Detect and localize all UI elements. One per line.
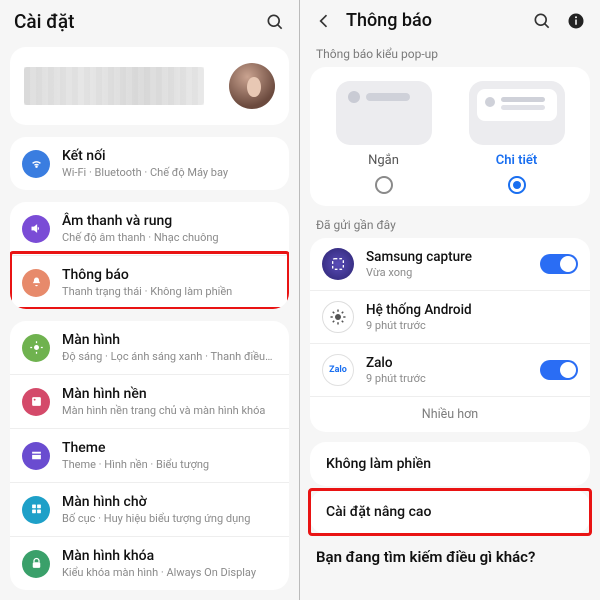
row-sub: Wi-Fi · Bluetooth · Chế độ Máy bay: [62, 166, 275, 179]
android-system-icon: [322, 301, 354, 333]
back-icon[interactable]: [314, 11, 334, 31]
row-title: Màn hình khóa: [62, 548, 275, 564]
notification-icon: [22, 269, 50, 297]
row-title: Màn hình: [62, 332, 275, 348]
popup-preview-short: [336, 81, 432, 145]
profile-name-redacted: [24, 67, 204, 105]
popup-section-label: Thông báo kiểu pop-up: [300, 39, 600, 67]
app-row-zalo[interactable]: Zalo Zalo 9 phút trước: [310, 343, 590, 396]
settings-item-notifications[interactable]: Thông báo Thanh trạng thái · Không làm p…: [10, 255, 289, 309]
settings-item-homescreen[interactable]: Màn hình chờ Bố cục · Huy hiệu biểu tượn…: [10, 482, 289, 536]
row-sub: Kiểu khóa màn hình · Always On Display: [62, 566, 275, 579]
row-sub: Độ sáng · Lọc ánh sáng xanh · Thanh điều…: [62, 350, 275, 363]
row-title: Màn hình chờ: [62, 494, 275, 510]
app-name: Samsung capture: [366, 249, 528, 265]
theme-icon: [22, 442, 50, 470]
page-title: Thông báo: [346, 10, 432, 31]
app-name: Zalo: [366, 355, 528, 371]
page-title: Cài đặt: [14, 10, 74, 33]
zalo-icon: Zalo: [322, 354, 354, 386]
lock-icon: [22, 550, 50, 578]
recent-section-label: Đã gửi gần đây: [300, 210, 600, 238]
app-time: 9 phút trước: [366, 372, 528, 385]
search-icon[interactable]: [532, 11, 552, 31]
notifications-header: Thông báo: [300, 0, 600, 39]
row-title: Kết nối: [62, 148, 275, 164]
app-row-android-system[interactable]: Hệ thống Android 9 phút trước: [310, 290, 590, 343]
radio-selected[interactable]: [508, 176, 526, 194]
toggle-on[interactable]: [540, 360, 578, 380]
popup-preview-detail: [469, 81, 565, 145]
radio-unselected[interactable]: [375, 176, 393, 194]
row-sub: Thanh trạng thái · Không làm phiền: [62, 285, 275, 298]
recent-apps-card: Samsung capture Vừa xong Hệ thống Androi…: [310, 238, 590, 432]
row-title: Âm thanh và rung: [62, 213, 275, 229]
sound-icon: [22, 215, 50, 243]
popup-option-short[interactable]: Ngắn: [322, 81, 445, 194]
home-icon: [22, 496, 50, 524]
row-title: Theme: [62, 440, 275, 456]
settings-item-connections[interactable]: Kết nối Wi-Fi · Bluetooth · Chế độ Máy b…: [10, 137, 289, 190]
dnd-row[interactable]: Không làm phiền: [310, 442, 590, 486]
app-name: Hệ thống Android: [366, 302, 578, 318]
app-time: Vừa xong: [366, 266, 528, 279]
row-sub: Theme · Hình nền · Biểu tượng: [62, 458, 275, 471]
profile-card[interactable]: [10, 47, 289, 125]
settings-item-display[interactable]: Màn hình Độ sáng · Lọc ánh sáng xanh · T…: [10, 321, 289, 374]
settings-item-sound[interactable]: Âm thanh và rung Chế độ âm thanh · Nhạc …: [10, 202, 289, 255]
avatar: [229, 63, 275, 109]
popup-label: Ngắn: [368, 153, 399, 168]
app-time: 9 phút trước: [366, 319, 578, 332]
samsung-capture-icon: [322, 248, 354, 280]
display-icon: [22, 334, 50, 362]
settings-header: Cài đặt: [0, 0, 299, 41]
popup-option-detail[interactable]: Chi tiết: [455, 81, 578, 194]
wifi-icon: [22, 150, 50, 178]
popup-style-card: Ngắn Chi tiết: [310, 67, 590, 206]
settings-item-wallpaper[interactable]: Màn hình nền Màn hình nền trang chủ và m…: [10, 374, 289, 428]
row-sub: Bố cục · Huy hiệu biểu tượng ứng dụng: [62, 512, 275, 525]
settings-item-themes[interactable]: Theme Theme · Hình nền · Biểu tượng: [10, 428, 289, 482]
app-row-samsung-capture[interactable]: Samsung capture Vừa xong: [310, 238, 590, 290]
row-sub: Màn hình nền trang chủ và màn hình khóa: [62, 404, 275, 417]
info-icon[interactable]: [566, 11, 586, 31]
more-button[interactable]: Nhiều hơn: [310, 396, 590, 432]
settings-item-lockscreen[interactable]: Màn hình khóa Kiểu khóa màn hình · Alway…: [10, 536, 289, 590]
advanced-settings-row[interactable]: Cài đặt nâng cao: [310, 490, 590, 534]
row-title: Màn hình nền: [62, 386, 275, 402]
popup-label: Chi tiết: [496, 153, 537, 168]
toggle-on[interactable]: [540, 254, 578, 274]
notifications-pane: Thông báo Thông báo kiểu pop-up Ngắn Chi…: [300, 0, 600, 600]
search-icon[interactable]: [265, 12, 285, 32]
footer-question: Bạn đang tìm kiếm điều gì khác?: [310, 544, 590, 566]
row-sub: Chế độ âm thanh · Nhạc chuông: [62, 231, 275, 244]
row-title: Thông báo: [62, 267, 275, 283]
wallpaper-icon: [22, 388, 50, 416]
settings-pane: Cài đặt Kết nối Wi-Fi · Bluetooth · Chế …: [0, 0, 300, 600]
